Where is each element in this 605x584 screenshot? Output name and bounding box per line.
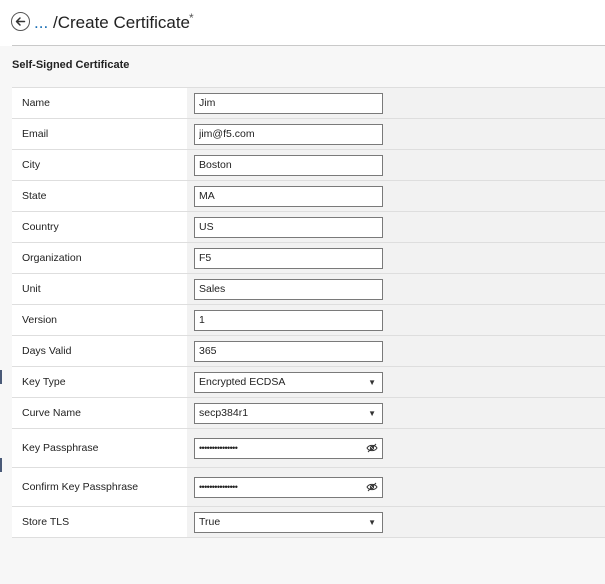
form-row-confirm-key-passphrase: Confirm Key Passphrase ••••••••••••••• (12, 468, 605, 507)
key-type-selected-value: Encrypted ECDSA (199, 376, 286, 388)
form-row-city: City (12, 150, 605, 181)
days-valid-label: Days Valid (12, 336, 187, 366)
curve-name-selected-value: secp384r1 (199, 407, 249, 419)
form-row-version: Version (12, 305, 605, 336)
name-label: Name (12, 88, 187, 118)
header-divider (12, 45, 605, 46)
form-row-unit: Unit (12, 274, 605, 305)
form-row-key-type: Key Type Encrypted ECDSA ▼ (12, 367, 605, 398)
confirm-key-passphrase-masked-value: ••••••••••••••• (199, 481, 238, 492)
days-valid-input[interactable] (194, 340, 383, 362)
form-row-email: Email (12, 119, 605, 150)
form-row-days-valid: Days Valid (12, 336, 605, 367)
organization-input[interactable] (194, 247, 383, 269)
key-passphrase-masked-value: ••••••••••••••• (199, 442, 238, 453)
back-arrow-icon[interactable] (11, 12, 30, 31)
city-label: City (12, 150, 187, 180)
curve-name-select[interactable]: secp384r1 ▼ (194, 402, 383, 424)
store-tls-label: Store TLS (12, 507, 187, 537)
country-label: Country (12, 212, 187, 242)
key-type-select[interactable]: Encrypted ECDSA ▼ (194, 371, 383, 393)
form-row-curve-name: Curve Name secp384r1 ▼ (12, 398, 605, 429)
country-input[interactable] (194, 216, 383, 238)
eye-off-icon[interactable] (366, 443, 378, 453)
curve-name-label: Curve Name (12, 398, 187, 428)
unsaved-indicator: * (189, 11, 194, 25)
form-row-key-passphrase: Key Passphrase ••••••••••••••• (12, 429, 605, 468)
key-type-label: Key Type (12, 367, 187, 397)
form-row-name: Name (12, 88, 605, 119)
organization-label: Organization (12, 243, 187, 273)
state-input[interactable] (194, 185, 383, 207)
caret-down-icon: ▼ (368, 408, 376, 418)
key-passphrase-input[interactable]: ••••••••••••••• (194, 437, 383, 459)
form-row-country: Country (12, 212, 605, 243)
certificate-form: Name Email City State Country Organizati… (12, 87, 605, 538)
email-label: Email (12, 119, 187, 149)
breadcrumb-ellipsis-link[interactable]: ... (34, 12, 48, 34)
eye-off-icon[interactable] (366, 482, 378, 492)
confirm-key-passphrase-label: Confirm Key Passphrase (12, 468, 187, 506)
version-input[interactable] (194, 309, 383, 331)
name-input[interactable] (194, 92, 383, 114)
unit-input[interactable] (194, 278, 383, 300)
unit-label: Unit (12, 274, 187, 304)
window-edge-marker (0, 458, 2, 472)
store-tls-select[interactable]: True ▼ (194, 511, 383, 533)
state-label: State (12, 181, 187, 211)
page-title: /Create Certificate (53, 13, 190, 32)
section-title: Self-Signed Certificate (12, 59, 130, 71)
email-input[interactable] (194, 123, 383, 145)
window-edge-marker (0, 370, 2, 384)
form-row-state: State (12, 181, 605, 212)
store-tls-selected-value: True (199, 516, 221, 528)
caret-down-icon: ▼ (368, 517, 376, 527)
form-row-organization: Organization (12, 243, 605, 274)
confirm-key-passphrase-input[interactable]: ••••••••••••••• (194, 476, 383, 498)
city-input[interactable] (194, 154, 383, 176)
key-passphrase-label: Key Passphrase (12, 429, 187, 467)
caret-down-icon: ▼ (368, 377, 376, 387)
version-label: Version (12, 305, 187, 335)
form-row-store-tls: Store TLS True ▼ (12, 507, 605, 538)
page-header: ... /Create Certificate * (0, 0, 605, 46)
